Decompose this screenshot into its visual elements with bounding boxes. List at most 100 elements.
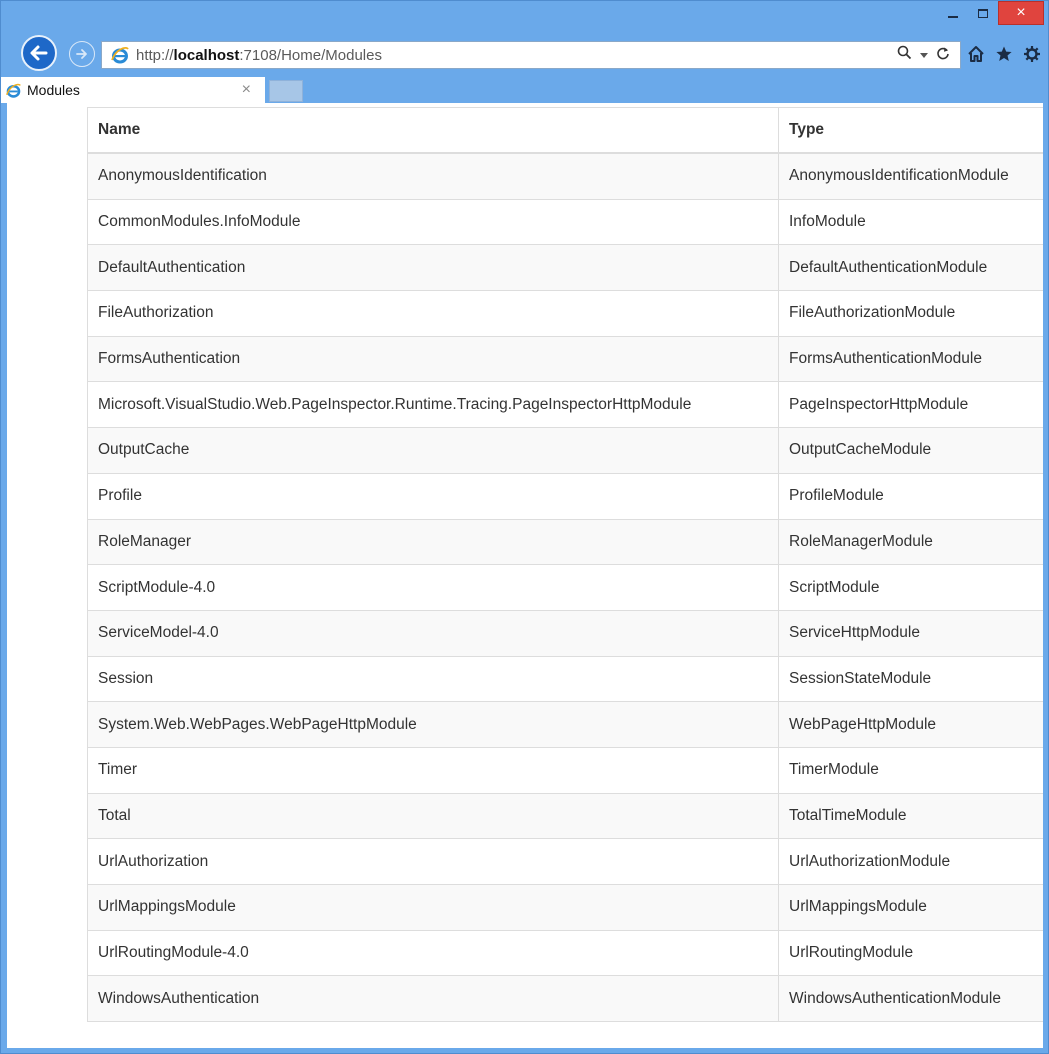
table-row: CommonModules.InfoModule InfoModule — [87, 198, 1043, 246]
back-arrow-icon — [30, 45, 48, 61]
module-name-cell: Timer — [87, 746, 779, 794]
star-icon — [996, 46, 1012, 61]
favorites-button[interactable] — [995, 45, 1013, 63]
table-row: AnonymousIdentification AnonymousIdentifi… — [87, 152, 1043, 200]
search-dropdown-button[interactable] — [920, 46, 928, 64]
close-window-button[interactable]: × — [998, 1, 1044, 25]
table-row: OutputCache OutputCacheModule — [87, 427, 1043, 474]
column-header-type: Type — [778, 107, 1043, 154]
table-row: UrlMappingsModule UrlMappingsModule — [87, 884, 1043, 931]
table-row: FileAuthorization FileAuthorizationModule — [87, 290, 1043, 337]
url-path: :7108/Home/Modules — [239, 46, 382, 64]
module-name-cell: UrlMappingsModule — [87, 884, 779, 931]
table-row: RoleManager RoleManagerModule — [87, 518, 1043, 566]
browser-window: × http://localhost:7108/Home/Modules Mod… — [0, 0, 1049, 1054]
new-tab-button[interactable] — [269, 80, 303, 102]
search-icon — [897, 45, 912, 60]
module-name-cell: WindowsAuthentication — [87, 975, 779, 1023]
module-name-cell: RoleManager — [87, 518, 779, 566]
table-row: UrlRoutingModule-4.0 UrlRoutingModule — [87, 929, 1043, 977]
tab-close-button[interactable]: × — [242, 81, 251, 99]
refresh-icon — [937, 47, 949, 59]
table-row: WindowsAuthentication WindowsAuthenticati… — [87, 975, 1043, 1023]
module-type-cell: TotalTimeModule — [778, 792, 1043, 840]
module-name-cell: Profile — [87, 472, 779, 520]
close-icon: × — [1016, 4, 1026, 21]
url-host: localhost — [173, 46, 240, 64]
home-button[interactable] — [967, 45, 985, 63]
table-row: Profile ProfileModule — [87, 472, 1043, 520]
refresh-button[interactable] — [936, 46, 950, 65]
module-type-cell: AnonymousIdentificationModule — [778, 152, 1043, 200]
table-row: Total TotalTimeModule — [87, 792, 1043, 840]
table-row: Microsoft.VisualStudio.Web.PageInspector… — [87, 381, 1043, 429]
module-type-cell: RoleManagerModule — [778, 518, 1043, 566]
module-name-cell: UrlRoutingModule-4.0 — [87, 929, 779, 977]
home-icon — [968, 46, 984, 62]
tab-strip: Modules × — [1, 77, 1048, 103]
back-button[interactable] — [21, 35, 57, 71]
module-name-cell: FileAuthorization — [87, 290, 779, 337]
address-tools — [897, 45, 950, 65]
module-type-cell: WebPageHttpModule — [778, 701, 1043, 748]
table-row: DefaultAuthentication DefaultAuthenticati… — [87, 244, 1043, 292]
ie-logo-icon — [5, 83, 21, 98]
address-bar[interactable]: http://localhost:7108/Home/Modules — [101, 41, 961, 69]
module-type-cell: FormsAuthenticationModule — [778, 335, 1043, 383]
gear-icon — [1024, 46, 1040, 62]
url-text[interactable]: http://localhost:7108/Home/Modules — [136, 47, 382, 64]
table-row: Session SessionStateModule — [87, 655, 1043, 703]
table-row: ServiceModel-4.0 ServiceHttpModule — [87, 609, 1043, 657]
ie-logo-icon — [111, 47, 129, 64]
url-scheme: http:// — [136, 46, 174, 64]
column-header-name: Name — [87, 107, 779, 154]
table-header-row: Name Type — [87, 107, 1043, 154]
module-type-cell: TimerModule — [778, 746, 1043, 794]
module-name-cell: System.Web.WebPages.WebPageHttpModule — [87, 701, 779, 748]
module-name-cell: OutputCache — [87, 427, 779, 474]
table-row: FormsAuthentication FormsAuthenticationMo… — [87, 335, 1043, 383]
search-button[interactable] — [897, 45, 912, 65]
module-type-cell: ServiceHttpModule — [778, 609, 1043, 657]
table-row: UrlAuthorization UrlAuthorizationModule — [87, 838, 1043, 885]
module-name-cell: DefaultAuthentication — [87, 244, 779, 292]
table-row: ScriptModule-4.0 ScriptModule — [87, 564, 1043, 611]
table-row: System.Web.WebPages.WebPageHttpModule Web… — [87, 701, 1043, 748]
module-type-cell: UrlRoutingModule — [778, 929, 1043, 977]
module-type-cell: UrlMappingsModule — [778, 884, 1043, 931]
module-type-cell: PageInspectorHttpModule — [778, 381, 1043, 429]
maximize-icon — [978, 8, 988, 18]
module-type-cell: ScriptModule — [778, 564, 1043, 611]
browser-command-icons — [967, 45, 1041, 63]
module-name-cell: UrlAuthorization — [87, 838, 779, 885]
chevron-down-icon — [920, 53, 928, 58]
module-type-cell: UrlAuthorizationModule — [778, 838, 1043, 885]
window-controls: × — [938, 1, 1044, 27]
minimize-button[interactable] — [938, 1, 968, 25]
module-type-cell: WindowsAuthenticationModule — [778, 975, 1043, 1023]
module-name-cell: Microsoft.VisualStudio.Web.PageInspector… — [87, 381, 779, 429]
tools-button[interactable] — [1023, 45, 1041, 63]
module-name-cell: FormsAuthentication — [87, 335, 779, 383]
modules-table: Name Type AnonymousIdentification Anonymo… — [87, 107, 1043, 1023]
browser-toolbar: × http://localhost:7108/Home/Modules — [1, 1, 1048, 77]
module-name-cell: ScriptModule-4.0 — [87, 564, 779, 611]
module-type-cell: SessionStateModule — [778, 655, 1043, 703]
module-type-cell: InfoModule — [778, 198, 1043, 246]
module-name-cell: ServiceModel-4.0 — [87, 609, 779, 657]
module-type-cell: DefaultAuthenticationModule — [778, 244, 1043, 292]
page-content: Name Type AnonymousIdentification Anonymo… — [7, 103, 1043, 1048]
table-row: Timer TimerModule — [87, 746, 1043, 794]
tab-label: Modules — [27, 82, 80, 98]
module-name-cell: AnonymousIdentification — [87, 152, 779, 200]
module-name-cell: Session — [87, 655, 779, 703]
forward-button[interactable] — [69, 41, 95, 67]
minimize-icon — [948, 16, 958, 18]
tab-modules[interactable]: Modules × — [1, 77, 265, 103]
forward-arrow-icon — [76, 49, 87, 59]
module-name-cell: CommonModules.InfoModule — [87, 198, 779, 246]
maximize-button[interactable] — [968, 1, 998, 25]
module-type-cell: ProfileModule — [778, 472, 1043, 520]
module-type-cell: OutputCacheModule — [778, 427, 1043, 474]
module-type-cell: FileAuthorizationModule — [778, 290, 1043, 337]
